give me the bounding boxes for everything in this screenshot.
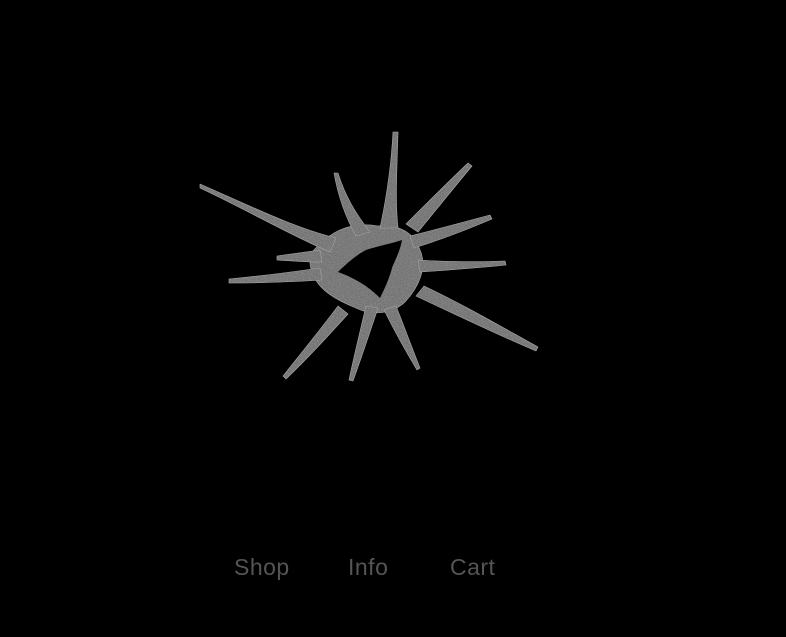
- footer-nav: Shop Info Cart: [0, 552, 786, 582]
- starburst-logo: [190, 120, 550, 395]
- starburst-logo-icon: [199, 131, 539, 382]
- nav-link-info[interactable]: Info: [348, 552, 388, 582]
- nav-link-cart[interactable]: Cart: [450, 552, 495, 582]
- nav-link-shop[interactable]: Shop: [234, 552, 290, 582]
